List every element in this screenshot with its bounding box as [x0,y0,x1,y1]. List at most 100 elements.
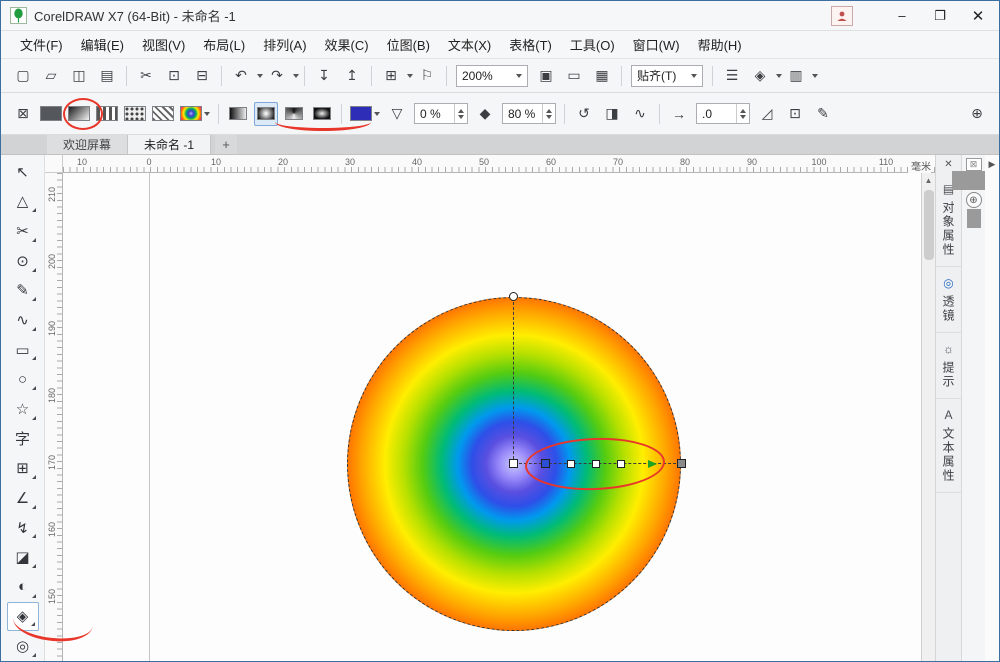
launcher-dropdown-icon[interactable] [407,74,413,78]
no-color-swatch[interactable]: ⊠ [966,158,982,171]
minimize-button[interactable]: – [887,5,917,27]
vertical-ruler[interactable]: 210200190180170160150 [45,173,63,661]
pick-tool[interactable]: ↖ [7,157,39,187]
paste-button[interactable]: ⊟ [190,64,214,88]
midpoint-spinner[interactable]: 80 % [502,103,556,124]
gradient-node[interactable] [592,460,600,468]
rectangle-tool[interactable]: ▭ [7,335,39,365]
docker-tab-lens[interactable]: ◎ 透镜 [936,267,961,333]
docker-tab-hints[interactable]: ☼ 提示 [936,333,961,399]
elliptical-fountain-button[interactable] [254,102,278,126]
save-button[interactable]: ◫ [67,64,91,88]
open-button[interactable]: ▱ [39,64,63,88]
table-tool[interactable]: ⊞ [7,453,39,483]
artistic-media-tool[interactable]: ∿ [7,305,39,335]
welcome-screen-button[interactable]: ⚐ [415,64,439,88]
ellipse-tool[interactable]: ○ [7,364,39,394]
smooth-fill-button[interactable]: ∿ [628,102,652,126]
gradient-node[interactable] [567,460,575,468]
tab-welcome-screen[interactable]: 欢迎屏幕 [47,135,128,154]
maximize-button[interactable]: ❐ [925,5,955,27]
menu-item-edit[interactable]: 编辑(E) [72,31,133,58]
conical-fountain-button[interactable] [282,102,306,126]
workspace-button[interactable]: ▥ [784,64,808,88]
extra-tools-button[interactable]: ◈ [748,64,772,88]
freehand-tool[interactable]: ✎ [7,276,39,306]
menu-item-arrange[interactable]: 排列(A) [254,31,315,58]
menu-item-effects[interactable]: 效果(C) [316,31,378,58]
docker-tab-text-properties[interactable]: A 文本属性 [936,399,961,493]
copy-fill-button[interactable]: ⊡ [783,102,807,126]
edit-fill-button[interactable]: ✎ [811,102,835,126]
export-button[interactable]: ↥ [340,64,364,88]
snap-to-dropdown[interactable]: 贴齐(T) [631,65,703,87]
gradient-center-handle[interactable] [509,459,518,468]
show-grid-button[interactable]: ▦ [590,64,614,88]
quick-customize-button[interactable]: ⊕ [965,102,989,126]
undo-dropdown-icon[interactable] [257,74,263,78]
zoom-tool[interactable]: ⊙ [7,246,39,276]
interactive-fill-tool[interactable]: ◈ [7,602,39,632]
dimension-tool[interactable]: ∠ [7,483,39,513]
workspace-dropdown-icon[interactable] [812,74,818,78]
drawing-canvas[interactable] [63,173,921,661]
texture-fill-button[interactable] [123,102,147,126]
zoom-level-combobox[interactable]: 200% [456,65,528,87]
close-button[interactable]: ✕ [963,5,993,27]
uniform-fill-button[interactable] [39,102,63,126]
options-button[interactable]: ☰ [720,64,744,88]
menu-item-table[interactable]: 表格(T) [500,31,561,58]
redo-button[interactable]: ↷ [265,64,289,88]
color-eyedropper-tool[interactable]: ◎ [7,631,39,661]
extra-tools-dropdown-icon[interactable] [776,74,782,78]
menu-item-text[interactable]: 文本(X) [439,31,500,58]
menu-item-view[interactable]: 视图(V) [133,31,194,58]
print-button[interactable]: ▤ [95,64,119,88]
menu-item-help[interactable]: 帮助(H) [689,31,751,58]
menu-item-window[interactable]: 窗口(W) [624,31,689,58]
copy-button[interactable]: ⊡ [162,64,186,88]
drop-shadow-tool[interactable]: ◪ [7,542,39,572]
undo-button[interactable]: ↶ [229,64,253,88]
menu-item-tools[interactable]: 工具(O) [561,31,624,58]
reverse-fill-button[interactable]: ↺ [572,102,596,126]
palette-swatch[interactable] [979,209,981,228]
free-scale-skew-button[interactable]: ◿ [755,102,779,126]
fullscreen-preview-button[interactable]: ▣ [534,64,558,88]
scroll-up-icon[interactable]: ▲ [922,173,936,188]
spinner-steppers[interactable] [454,104,467,123]
node-transparency-spinner[interactable]: 0 % [414,103,468,124]
wrap-fill-button[interactable]: ◨ [600,102,624,126]
application-launcher-button[interactable]: ⊞ [379,64,403,88]
crop-tool[interactable]: ✂ [7,216,39,246]
gradient-top-handle[interactable] [509,292,518,301]
transparency-tool[interactable]: ◐ [7,572,39,602]
ruler-origin-corner[interactable] [45,155,63,173]
import-button[interactable]: ↧ [312,64,336,88]
user-account-button[interactable] [831,6,853,26]
text-tool[interactable]: 字 [7,424,39,454]
new-document-button[interactable]: ▢ [11,64,35,88]
rectangular-fountain-button[interactable] [310,102,334,126]
tab-untitled-1[interactable]: 未命名 -1 [128,135,211,154]
fountain-fill-button[interactable] [67,102,91,126]
menu-item-file[interactable]: 文件(F) [11,31,72,58]
menu-item-bitmaps[interactable]: 位图(B) [378,31,439,58]
show-rulers-button[interactable]: ▭ [562,64,586,88]
shape-tool[interactable]: △ [7,187,39,217]
acceleration-spinner[interactable]: .0 [696,103,750,124]
palette-expand-button[interactable]: ⊕ [966,192,982,208]
postscript-fill-button[interactable] [151,102,175,126]
connector-tool[interactable]: ↯ [7,513,39,543]
new-tab-button[interactable]: + [215,135,237,154]
spinner-steppers[interactable] [736,104,749,123]
gradient-node[interactable] [617,460,625,468]
expand-dockers-icon[interactable]: ▶ [989,159,996,170]
gradient-node-selected[interactable] [541,459,550,468]
scrollbar-thumb[interactable] [924,190,934,260]
pattern-fill-button[interactable] [95,102,119,126]
node-color-dropdown[interactable] [349,102,381,126]
fill-picker-dropdown[interactable] [179,102,211,126]
linear-fountain-button[interactable] [226,102,250,126]
menu-item-layout[interactable]: 布局(L) [194,31,254,58]
